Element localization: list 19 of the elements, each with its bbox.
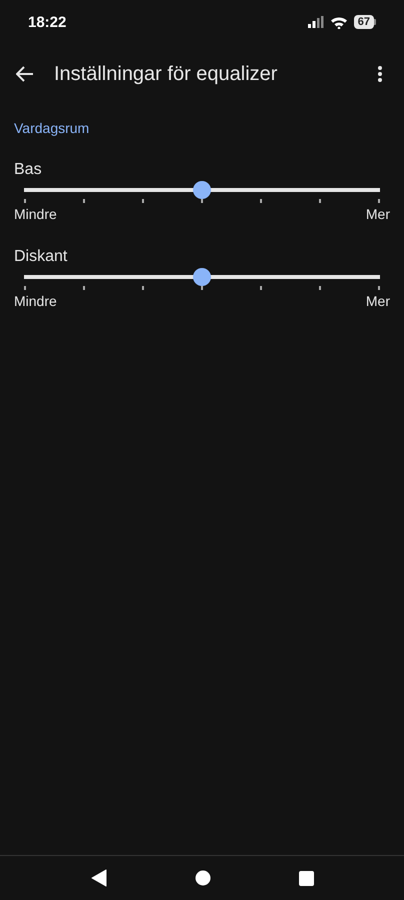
max-label: Mer [366, 292, 390, 310]
max-label: Mer [366, 205, 390, 223]
status-time: 18:22 [28, 14, 66, 30]
home-circle-icon[interactable] [194, 870, 210, 886]
slider-label: Diskant [14, 247, 68, 267]
slider-label: Bas [14, 160, 43, 180]
section-header: Vardagsrum [14, 120, 90, 136]
slider-thumb[interactable] [193, 268, 211, 286]
screen-title: Inställningar för equalizer [54, 62, 278, 86]
signal-icon [308, 16, 324, 28]
more-options-icon[interactable] [378, 66, 382, 82]
wifi-icon [330, 16, 348, 28]
slider-thumb[interactable] [193, 181, 211, 199]
min-label: Mindre [14, 292, 57, 310]
back-triangle-icon[interactable] [90, 869, 106, 887]
battery-level: 67 [354, 15, 374, 29]
back-arrow-icon[interactable] [16, 66, 34, 82]
min-label: Mindre [14, 205, 57, 223]
recents-square-icon[interactable] [298, 870, 314, 886]
